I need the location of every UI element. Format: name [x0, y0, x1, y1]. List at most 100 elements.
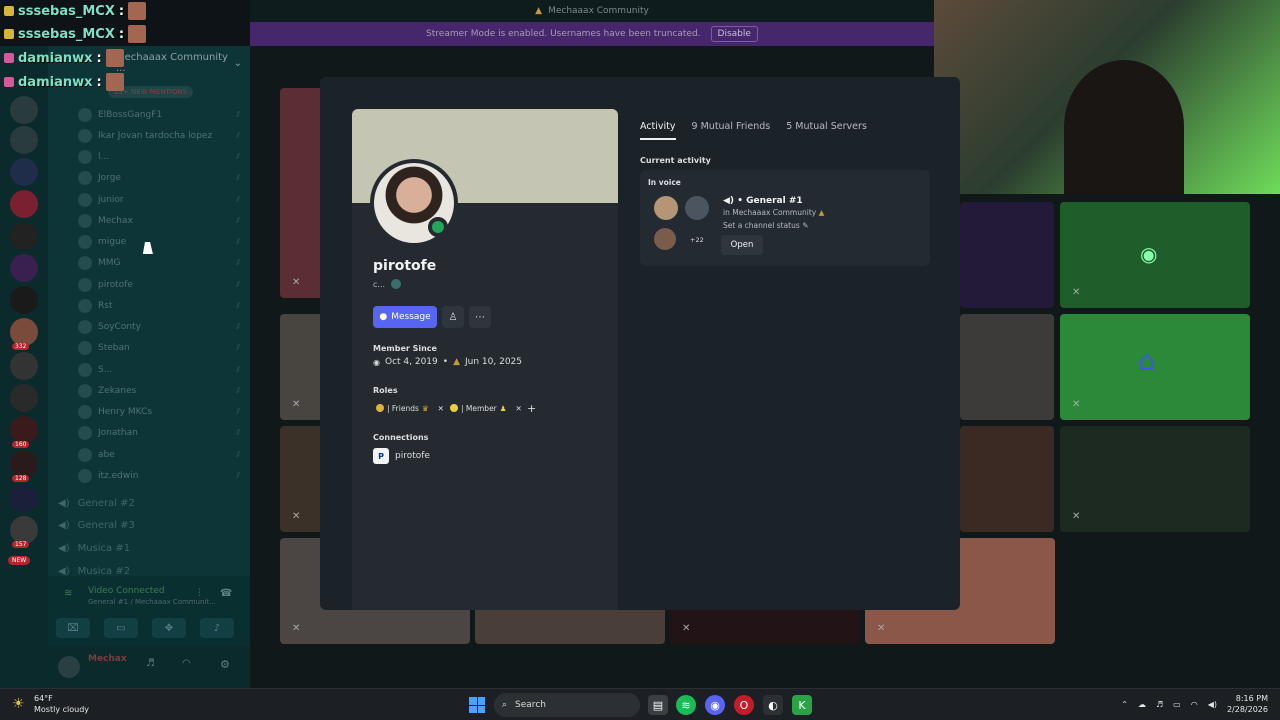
video-tile[interactable] — [960, 202, 1054, 308]
video-tile[interactable]: ◉ ✕ — [1060, 202, 1250, 308]
member-row[interactable]: ElBossGangF1 ⫽ — [78, 106, 248, 124]
member-row[interactable]: Rst ⫽ — [78, 297, 248, 315]
member-row[interactable]: S... ⫽ — [78, 361, 248, 379]
member-row[interactable]: Zekanes ⫽ — [78, 382, 248, 400]
role-chip[interactable]: | Member ♟ ✕ — [450, 401, 522, 415]
video-tile[interactable] — [960, 426, 1054, 532]
volume-icon[interactable]: ◀) — [1208, 700, 1217, 709]
kick-icon[interactable]: K — [792, 695, 812, 715]
taskbar-search[interactable]: ⌕ Search — [494, 693, 640, 717]
chevron-up-icon[interactable]: ⌃ — [1121, 700, 1128, 709]
server-icon[interactable] — [10, 352, 38, 380]
soundboard-icon[interactable]: ♪ — [200, 618, 234, 638]
disconnect-icon[interactable]: ☎ — [220, 588, 232, 599]
screen-share-icon[interactable]: ▭ — [104, 618, 138, 638]
remove-role-icon[interactable]: ✕ — [516, 404, 522, 413]
remove-role-icon[interactable]: ✕ — [438, 404, 444, 413]
add-friend-button[interactable]: ♙ — [442, 306, 464, 328]
mic-muted-icon: ✕ — [682, 623, 691, 634]
app-icon[interactable]: ◐ — [763, 695, 783, 715]
tab-activity[interactable]: Activity — [640, 121, 676, 140]
server-icon[interactable] — [10, 190, 38, 218]
voice-channel-item[interactable]: ◀) Musica #1 — [58, 539, 238, 557]
opera-gx-icon[interactable]: O — [734, 695, 754, 715]
file-explorer-icon[interactable]: ▤ — [648, 695, 668, 715]
server-icon[interactable] — [10, 96, 38, 124]
video-tile[interactable]: ✕ — [1060, 426, 1250, 532]
windows-logo-icon — [477, 697, 485, 705]
add-role-button[interactable]: + — [527, 401, 536, 415]
member-name: Mechax — [98, 216, 133, 226]
server-icon[interactable] — [10, 286, 38, 314]
server-icon[interactable]: 160 — [10, 416, 38, 448]
voice-channel-item[interactable]: ◀) General #3 — [58, 516, 238, 534]
member-row[interactable]: pirotofe ⫽ — [78, 276, 248, 294]
video-tile[interactable]: ⌂ ✕ — [1060, 314, 1250, 420]
voice-channel-item[interactable]: ◀) General #2 — [58, 494, 238, 512]
message-button[interactable]: ● Message — [373, 306, 437, 328]
start-button[interactable] — [469, 697, 485, 713]
discord-logo-icon: ◉ — [1140, 242, 1158, 266]
discord-icon[interactable]: ◉ — [705, 695, 725, 715]
member-name: l... — [98, 152, 110, 162]
microphone-icon[interactable]: ♬ — [1156, 700, 1163, 709]
connection-item[interactable]: P pirotofe — [373, 448, 430, 464]
avatar[interactable] — [58, 656, 80, 678]
server-icon[interactable]: 128 — [10, 450, 38, 482]
member-row[interactable]: l... ⫽ — [78, 148, 248, 166]
cloud-icon[interactable]: ☁ — [1138, 700, 1146, 709]
server-icon[interactable] — [10, 158, 38, 186]
member-row[interactable]: junior ⫽ — [78, 191, 248, 209]
video-tile[interactable] — [960, 314, 1054, 420]
spotify-icon[interactable]: ≋ — [676, 695, 696, 715]
streamer-silhouette — [1064, 60, 1184, 194]
noise-suppression-icon[interactable]: ⫶ — [198, 588, 201, 599]
display-icon[interactable]: ▭ — [1173, 700, 1181, 709]
taskbar-clock[interactable]: 8:16 PM 2/28/2026 — [1227, 693, 1268, 715]
mic-muted-icon: ⫽ — [236, 407, 240, 416]
member-row[interactable]: Jorge ⫽ — [78, 169, 248, 187]
channel-status-line[interactable]: Set a channel status ✎ — [723, 221, 808, 230]
server-icon[interactable]: 332 — [10, 318, 38, 350]
server-title: Mechaaax Community — [548, 6, 649, 16]
server-icon[interactable] — [10, 384, 38, 412]
member-row[interactable]: migue ⫽ — [78, 233, 248, 251]
member-row[interactable]: Mechax ⫽ — [78, 212, 248, 230]
member-row[interactable]: Steban ⫽ — [78, 339, 248, 357]
server-icon[interactable] — [10, 126, 38, 154]
disable-streamer-mode-button[interactable]: Disable — [710, 26, 758, 42]
member-row[interactable]: Jonathan ⫽ — [78, 424, 248, 442]
message-button-label: Message — [391, 312, 431, 322]
tab-mutual-servers[interactable]: 5 Mutual Servers — [786, 121, 867, 140]
wifi-icon[interactable]: ◠ — [1191, 700, 1198, 709]
activities-icon[interactable]: ✥ — [152, 618, 186, 638]
member-row[interactable]: abe ⫽ — [78, 446, 248, 464]
tab-mutual-friends[interactable]: 9 Mutual Friends — [692, 121, 771, 140]
role-chip[interactable]: | Friends ♛ ✕ — [376, 401, 444, 415]
avatar — [78, 171, 92, 185]
server-icon[interactable] — [10, 484, 38, 512]
member-row[interactable]: Ikar Jovan tardocha lopez ⫽ — [78, 127, 248, 145]
avatar — [78, 129, 92, 143]
speaker-icon: ◀) — [58, 542, 70, 554]
server-icon[interactable] — [10, 222, 38, 250]
headphones-icon[interactable]: ◠ — [182, 658, 191, 669]
member-row[interactable]: Henry MKCs ⫽ — [78, 403, 248, 421]
gear-icon[interactable]: ⚙ — [220, 658, 230, 671]
subscriber-badge-icon — [4, 77, 14, 87]
member-name: Ikar Jovan tardocha lopez — [98, 131, 213, 141]
server-icon[interactable] — [10, 254, 38, 282]
sun-cloud-icon: ☀ — [12, 696, 25, 712]
profile-display-name: pirotofe — [373, 258, 437, 274]
member-row[interactable]: SoyConty ⫽ — [78, 318, 248, 336]
server-icon[interactable]: 157 — [10, 516, 38, 548]
member-row[interactable]: MMG ⫽ — [78, 254, 248, 272]
chat-separator: : — [118, 3, 125, 19]
open-voice-button[interactable]: Open — [721, 235, 763, 255]
microphone-icon[interactable]: ♬ — [146, 658, 155, 669]
voice-channel-link[interactable]: General #1 / Mechaaax Communit... — [88, 598, 216, 606]
weather-widget[interactable]: ☀ 64°F Mostly cloudy — [12, 693, 89, 715]
camera-off-icon[interactable]: ⌧ — [56, 618, 90, 638]
more-options-button[interactable]: ⋯ — [469, 306, 491, 328]
member-row[interactable]: itz.edwin ⫽ — [78, 467, 248, 485]
